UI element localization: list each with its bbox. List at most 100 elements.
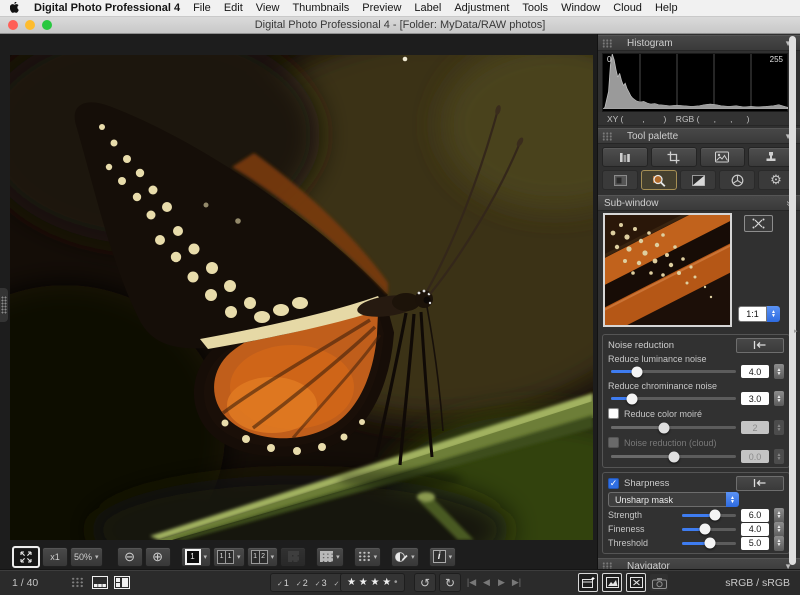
checkmark2-button[interactable]: ✓2 xyxy=(296,578,308,588)
fineness-stepper[interactable]: ▲▼ xyxy=(774,522,784,537)
quick-check-dropdown[interactable]: ▾ xyxy=(391,547,419,567)
chrominance-noise-slider[interactable] xyxy=(611,397,736,400)
zoom-out-button[interactable]: ⊖ xyxy=(117,547,143,567)
menu-app-name[interactable]: Digital Photo Professional 4 xyxy=(34,2,180,14)
menu-item-tools[interactable]: Tools xyxy=(522,2,548,14)
menu-item-view[interactable]: View xyxy=(256,2,280,14)
preview-image[interactable] xyxy=(10,55,593,540)
next-image-button[interactable]: ▶ xyxy=(494,577,509,588)
zoom-out-icon: ⊖ xyxy=(124,549,135,565)
preview-histogram-button[interactable] xyxy=(602,573,622,592)
menu-item-edit[interactable]: Edit xyxy=(224,2,243,14)
cloud-noise-slider xyxy=(611,455,736,458)
star-rating[interactable]: ★ ★ ★ ★ • xyxy=(347,577,398,588)
close-window-button[interactable] xyxy=(8,20,18,30)
grid-icon xyxy=(320,551,333,562)
right-panel-handle[interactable]: ▸ xyxy=(794,322,800,340)
histogram-header[interactable]: Histogram ▼ xyxy=(598,35,800,51)
left-palette-handle[interactable] xyxy=(0,288,8,322)
thumbnail-bottom-view-button[interactable] xyxy=(90,575,109,590)
rotate-right-button[interactable]: ↻ xyxy=(439,573,461,592)
sharpness-mode-select[interactable]: Unsharp mask ▲▼ xyxy=(608,492,739,507)
stepper-icon[interactable]: ▲▼ xyxy=(726,492,739,507)
last-image-button[interactable]: ▶| xyxy=(509,577,524,588)
rotate-left-button[interactable]: ↺ xyxy=(414,573,436,592)
color-moire-checkbox[interactable] xyxy=(608,408,619,419)
rotate-left-icon: ↺ xyxy=(420,576,430,590)
histogram-min-label: 0 xyxy=(607,55,611,64)
zoom-window-button[interactable] xyxy=(42,20,52,30)
first-image-button[interactable]: |◀ xyxy=(464,577,479,588)
levels-icon xyxy=(618,151,631,164)
minimize-window-button[interactable] xyxy=(25,20,35,30)
tab-detailed-adjustment[interactable] xyxy=(641,170,677,190)
menu-item-help[interactable]: Help xyxy=(655,2,678,14)
levels-tool-button[interactable] xyxy=(602,147,648,167)
tab-color-adjustment[interactable] xyxy=(719,170,755,190)
camera-connect-button[interactable] xyxy=(650,574,668,591)
panel-scrollbar[interactable] xyxy=(789,36,796,565)
noise-reduction-reset-button[interactable] xyxy=(736,338,784,353)
split-single-image-button[interactable]: 12▾ xyxy=(247,547,279,567)
preview-position-button[interactable] xyxy=(744,215,773,232)
sub-window-header[interactable]: Sub-window » xyxy=(598,195,800,211)
thumbnail-grid-view-button[interactable] xyxy=(68,575,87,590)
magnification-select[interactable]: 1:1 ▲▼ xyxy=(738,306,780,322)
tab-basic-adjustment[interactable] xyxy=(602,170,638,190)
app-window: Digital Photo Professional 4 File Edit V… xyxy=(0,0,800,595)
stepper-icon[interactable]: ▲▼ xyxy=(767,306,780,322)
tool-palette-header[interactable]: Tool palette ▼ xyxy=(598,128,800,144)
threshold-value[interactable]: 5.0 xyxy=(741,537,769,550)
strength-value[interactable]: 6.0 xyxy=(741,509,769,522)
actual-size-button[interactable]: x1 xyxy=(42,547,68,567)
empty-star-icon[interactable]: • xyxy=(394,577,398,588)
multi-view-button[interactable] xyxy=(280,547,306,567)
tab-tone-adjustment[interactable] xyxy=(680,170,716,190)
stamp-tool-button[interactable] xyxy=(700,147,746,167)
apple-menu-icon[interactable] xyxy=(10,2,21,15)
af-point-display-button[interactable] xyxy=(626,573,646,592)
compare-two-images-button[interactable]: 11▾ xyxy=(213,547,245,567)
luminance-noise-value[interactable]: 4.0 xyxy=(741,365,769,378)
strength-stepper[interactable]: ▲▼ xyxy=(774,508,784,523)
sharpness-checkbox[interactable]: ✓ xyxy=(608,478,619,489)
threshold-stepper[interactable]: ▲▼ xyxy=(774,536,784,551)
chevron-down-icon: ▾ xyxy=(271,553,275,561)
strength-slider[interactable] xyxy=(682,514,736,517)
menu-item-preview[interactable]: Preview xyxy=(362,2,401,14)
histogram-max-label: 255 xyxy=(770,55,783,64)
menu-item-label[interactable]: Label xyxy=(414,2,441,14)
single-view-button[interactable]: 1▾ xyxy=(181,547,212,567)
crop-tool-button[interactable] xyxy=(651,147,697,167)
color-moire-value: 2 xyxy=(741,421,769,434)
grid-display-dropdown[interactable]: ▾ xyxy=(316,547,344,567)
sharpness-reset-button[interactable] xyxy=(736,476,784,491)
magnified-preview[interactable] xyxy=(603,213,732,327)
color-moire-label: Reduce color moiré xyxy=(624,409,702,419)
zoom-in-button[interactable]: ⊕ xyxy=(145,547,171,567)
gear-icon: ⚙ xyxy=(770,172,782,188)
fit-to-window-button[interactable] xyxy=(12,546,40,568)
zoom-level-dropdown[interactable]: 50%▾ xyxy=(70,547,103,567)
thumbnail-left-view-button[interactable] xyxy=(112,575,131,590)
menu-item-thumbnails[interactable]: Thumbnails xyxy=(292,2,349,14)
menu-item-file[interactable]: File xyxy=(193,2,211,14)
menu-item-adjustment[interactable]: Adjustment xyxy=(454,2,509,14)
threshold-slider[interactable] xyxy=(682,542,736,545)
fineness-value[interactable]: 4.0 xyxy=(741,523,769,536)
fineness-slider[interactable] xyxy=(682,528,736,531)
dust-delete-tool-button[interactable] xyxy=(748,147,794,167)
luminance-noise-slider[interactable] xyxy=(611,370,736,373)
menu-item-window[interactable]: Window xyxy=(561,2,600,14)
checkmark3-button[interactable]: ✓3 xyxy=(315,578,327,588)
properties-window-button[interactable] xyxy=(578,573,598,592)
chrominance-noise-stepper[interactable]: ▲▼ xyxy=(774,391,784,406)
menu-item-cloud[interactable]: Cloud xyxy=(613,2,642,14)
af-points-dropdown[interactable]: ▾ xyxy=(354,547,382,567)
rating-group[interactable]: ★ ★ ★ ★ • xyxy=(340,573,405,592)
previous-image-button[interactable]: ◀ xyxy=(479,577,494,588)
chrominance-noise-value[interactable]: 3.0 xyxy=(741,392,769,405)
info-dropdown[interactable]: i▾ xyxy=(429,547,457,567)
luminance-noise-stepper[interactable]: ▲▼ xyxy=(774,364,784,379)
checkmark1-button[interactable]: ✓1 xyxy=(277,578,289,588)
